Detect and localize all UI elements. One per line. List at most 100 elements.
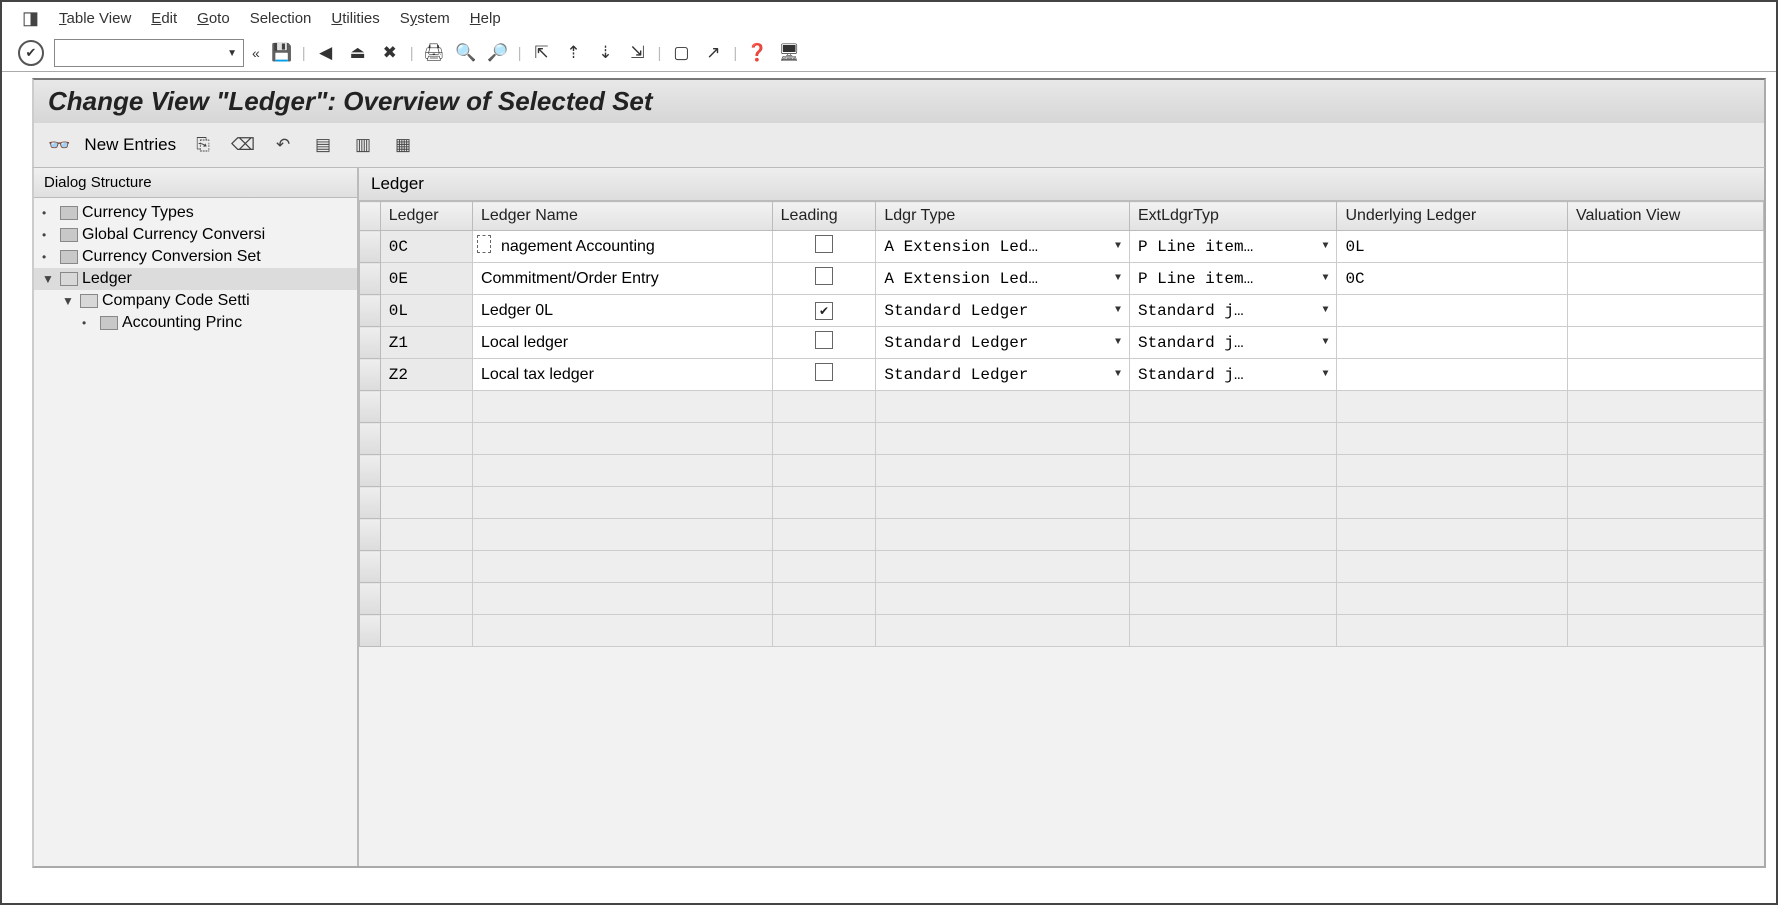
- exit-icon[interactable]: ⏏: [344, 40, 372, 66]
- cell-ledger-name[interactable]: Ledger 0L: [472, 295, 772, 327]
- cell-ledger-code[interactable]: 0E: [380, 263, 472, 295]
- row-selector[interactable]: [360, 615, 381, 647]
- tree-node-accounting-princ[interactable]: •Accounting Princ: [34, 312, 357, 334]
- leading-checkbox[interactable]: [815, 331, 833, 349]
- row-selector[interactable]: [360, 423, 381, 455]
- menu-selection[interactable]: Selection: [250, 10, 312, 27]
- cell-ledger-name[interactable]: nagement Accounting: [472, 231, 772, 263]
- cell-ledger-code[interactable]: 0L: [380, 295, 472, 327]
- shortcut-icon[interactable]: ↗: [699, 40, 727, 66]
- find-icon[interactable]: 🔍: [452, 40, 480, 66]
- ldgr-type-dropdown[interactable]: Standard Ledger▼: [884, 366, 1121, 384]
- ldgr-type-dropdown[interactable]: Standard Ledger▼: [884, 334, 1121, 352]
- row-selector[interactable]: [360, 391, 381, 423]
- row-selector[interactable]: [360, 519, 381, 551]
- tree-node-label: Ledger: [82, 270, 132, 288]
- col-valuation-view[interactable]: Valuation View: [1567, 202, 1763, 231]
- cell-valuation-view[interactable]: [1567, 327, 1763, 359]
- new-session-icon[interactable]: ▢: [667, 40, 695, 66]
- tree-node-currency-types[interactable]: •Currency Types: [34, 202, 357, 224]
- print-icon[interactable]: 🖨: [420, 40, 448, 66]
- ext-ldgr-type-dropdown[interactable]: Standard j…▼: [1138, 366, 1328, 384]
- menu-help[interactable]: Help: [470, 10, 501, 27]
- ext-ldgr-type-dropdown[interactable]: P Line item…▼: [1138, 238, 1328, 256]
- col-ledger[interactable]: Ledger: [380, 202, 472, 231]
- cell-valuation-view[interactable]: [1567, 359, 1763, 391]
- cell-underlying-ledger[interactable]: [1337, 327, 1568, 359]
- col-ldgr-type[interactable]: Ldgr Type: [876, 202, 1130, 231]
- cell-valuation-view[interactable]: [1567, 263, 1763, 295]
- row-selector[interactable]: [360, 551, 381, 583]
- back-icon[interactable]: ◀: [312, 40, 340, 66]
- cell-empty: [1567, 519, 1763, 551]
- first-page-icon[interactable]: ⇱: [528, 40, 556, 66]
- cell-valuation-view[interactable]: [1567, 295, 1763, 327]
- cell-ledger-code[interactable]: Z1: [380, 327, 472, 359]
- find-next-icon[interactable]: 🔎: [484, 40, 512, 66]
- cell-ledger-name[interactable]: Commitment/Order Entry: [472, 263, 772, 295]
- menu-edit[interactable]: Edit: [151, 10, 177, 27]
- tree-node-ledger[interactable]: ▼ Ledger: [34, 268, 357, 290]
- row-selector[interactable]: [360, 295, 381, 327]
- next-page-icon[interactable]: ⇣: [592, 40, 620, 66]
- expand-icon[interactable]: ▼: [62, 294, 76, 308]
- cell-valuation-view[interactable]: [1567, 231, 1763, 263]
- row-selector[interactable]: [360, 327, 381, 359]
- ldgr-type-dropdown[interactable]: A Extension Led…▼: [884, 238, 1121, 256]
- col-underlying-ledger[interactable]: Underlying Ledger: [1337, 202, 1568, 231]
- col-ledger-name[interactable]: Ledger Name: [472, 202, 772, 231]
- menu-table-view[interactable]: Table View: [59, 10, 131, 27]
- row-selector[interactable]: [360, 359, 381, 391]
- cancel-icon[interactable]: ✖: [376, 40, 404, 66]
- tree-node-company-code-setti[interactable]: ▼Company Code Setti: [34, 290, 357, 312]
- row-selector[interactable]: [360, 455, 381, 487]
- row-selector[interactable]: [360, 487, 381, 519]
- new-entries-button[interactable]: New Entries: [84, 135, 176, 155]
- cell-underlying-ledger[interactable]: 0L: [1337, 231, 1568, 263]
- cell-ledger-code[interactable]: Z2: [380, 359, 472, 391]
- display-change-icon[interactable]: 👓: [48, 135, 70, 156]
- expand-icon[interactable]: ▼: [42, 272, 56, 286]
- ldgr-type-dropdown[interactable]: A Extension Led…▼: [884, 270, 1121, 288]
- leading-checkbox[interactable]: [815, 363, 833, 381]
- enter-button[interactable]: [18, 40, 44, 66]
- menu-goto[interactable]: Goto: [197, 10, 230, 27]
- cell-ledger-code[interactable]: 0C: [380, 231, 472, 263]
- ext-ldgr-type-dropdown[interactable]: Standard j…▼: [1138, 334, 1328, 352]
- leading-checkbox[interactable]: [815, 267, 833, 285]
- leading-checkbox[interactable]: [815, 235, 833, 253]
- col-leading[interactable]: Leading: [772, 202, 876, 231]
- row-selector[interactable]: [360, 583, 381, 615]
- ext-ldgr-type-dropdown[interactable]: Standard j…▼: [1138, 302, 1328, 320]
- tree-node-currency-conversion-set[interactable]: •Currency Conversion Set: [34, 246, 357, 268]
- menu-utilities[interactable]: Utilities: [331, 10, 379, 27]
- cell-ledger-name[interactable]: Local tax ledger: [472, 359, 772, 391]
- cell-underlying-ledger[interactable]: [1337, 359, 1568, 391]
- undo-icon[interactable]: ↶: [270, 133, 296, 157]
- delete-icon[interactable]: ⌫: [230, 133, 256, 157]
- back-double-icon[interactable]: «: [248, 45, 264, 61]
- last-page-icon[interactable]: ⇲: [624, 40, 652, 66]
- row-selector[interactable]: [360, 231, 381, 263]
- row-selector[interactable]: [360, 263, 381, 295]
- select-all-icon[interactable]: ▤: [310, 133, 336, 157]
- save-icon[interactable]: 💾: [268, 40, 296, 66]
- leading-checkbox[interactable]: [815, 302, 833, 320]
- tree-node-global-currency-conversi[interactable]: •Global Currency Conversi: [34, 224, 357, 246]
- cell-ledger-name[interactable]: Local ledger: [472, 327, 772, 359]
- col-extldgrtyp[interactable]: ExtLdgrTyp: [1129, 202, 1336, 231]
- layout-icon[interactable]: 🖥: [775, 40, 803, 66]
- cell-empty: [1337, 423, 1568, 455]
- select-block-icon[interactable]: ▥: [350, 133, 376, 157]
- deselect-icon[interactable]: ▦: [390, 133, 416, 157]
- ldgr-type-dropdown[interactable]: Standard Ledger▼: [884, 302, 1121, 320]
- command-field[interactable]: [54, 39, 244, 67]
- cell-underlying-ledger[interactable]: 0C: [1337, 263, 1568, 295]
- menu-system[interactable]: System: [400, 10, 450, 27]
- ext-ldgr-type-dropdown[interactable]: P Line item…▼: [1138, 270, 1328, 288]
- help-icon[interactable]: ❓: [743, 40, 771, 66]
- cell-underlying-ledger[interactable]: [1337, 295, 1568, 327]
- app-menu-icon[interactable]: ◧: [22, 8, 39, 29]
- copy-icon[interactable]: ⎘: [190, 133, 216, 157]
- prev-page-icon[interactable]: ⇡: [560, 40, 588, 66]
